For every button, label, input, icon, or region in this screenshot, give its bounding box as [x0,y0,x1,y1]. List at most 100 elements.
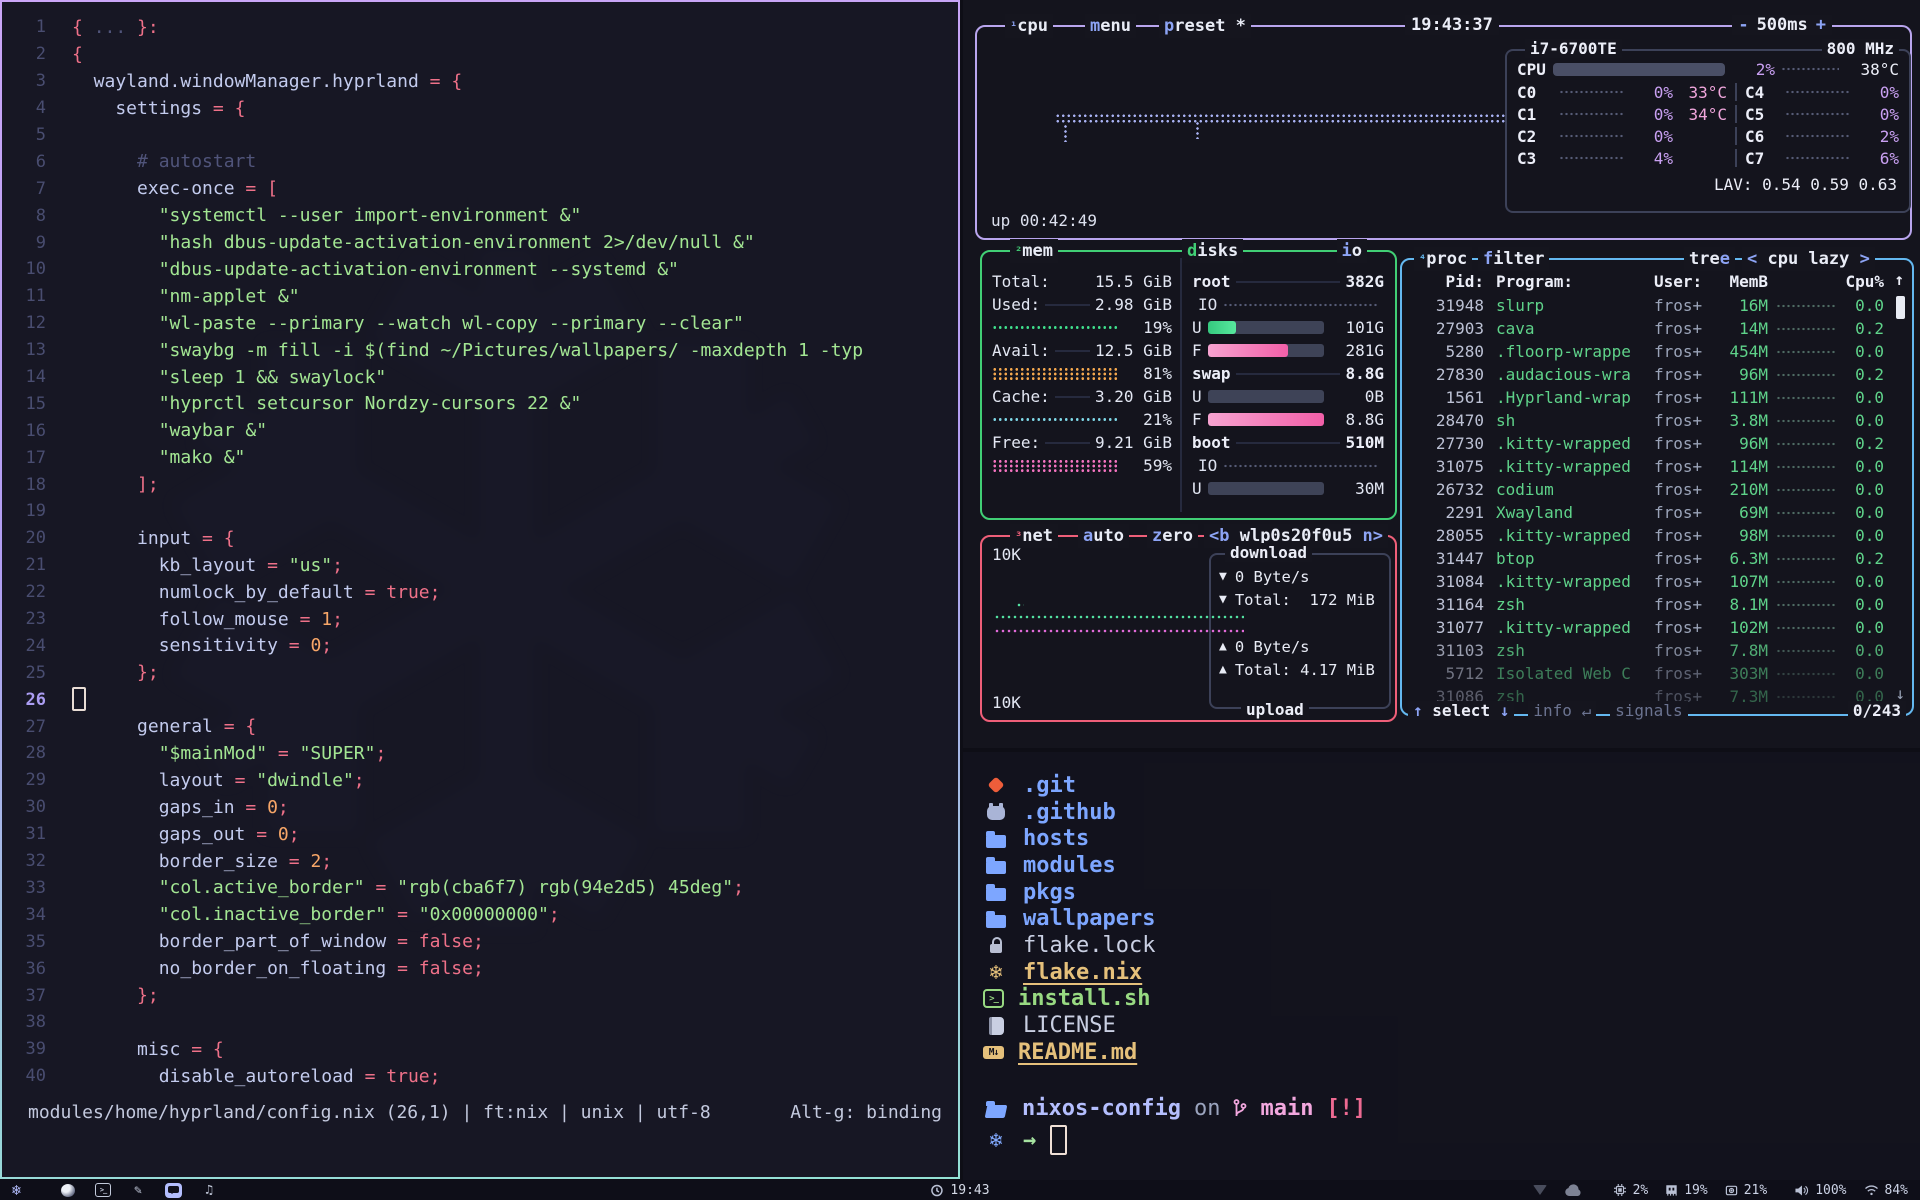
file-item[interactable]: .github [983,799,1155,826]
shell-prompt-input[interactable]: ❄ → [983,1125,1067,1155]
wifi-module[interactable]: 84% [1864,1183,1908,1198]
process-row[interactable]: 27903cavafros+14M0.2 [1412,317,1884,340]
code-line[interactable]: 2{ [2,41,954,68]
process-row[interactable]: 31103zshfros+7.8M0.0 [1412,639,1884,662]
proc-scrollbar-thumb[interactable] [1896,296,1905,319]
code-line[interactable]: 40 disable_autoreload = true; [2,1063,954,1090]
code-line[interactable]: 31 gaps_out = 0; [2,821,954,848]
code-line[interactable]: 11 "nm-applet &" [2,283,954,310]
code-line[interactable]: 29 layout = "dwindle"; [2,767,954,794]
tray-cloud-icon[interactable] [1564,1184,1582,1197]
code-line[interactable]: 14 "sleep 1 && swaylock" [2,364,954,391]
disk-module[interactable]: 21% [1725,1183,1767,1198]
code-line[interactable]: 4 settings = { [2,95,954,122]
app-music-icon[interactable]: ♫ [202,1182,216,1198]
file-item[interactable]: flake.lock [983,932,1155,959]
nixos-logo-icon[interactable]: ❄ [12,1181,21,1199]
memory-module[interactable]: 19% [1665,1183,1707,1198]
code-line[interactable]: 18 ]; [2,471,954,498]
volume-module[interactable]: 100% [1794,1183,1846,1198]
process-row[interactable]: 28055.kitty-wrappedfros+98M0.0 [1412,524,1884,547]
code-line[interactable]: 16 "waybar &" [2,417,954,444]
code-line[interactable]: 1{ ... }: [2,14,954,41]
signals-control[interactable]: signals [1610,701,1687,720]
process-row[interactable]: 31164zshfros+8.1M0.0 [1412,593,1884,616]
code-line[interactable]: 15 "hyprctl setcursor Nordzy-cursors 22 … [2,390,954,417]
code-line[interactable]: 37 }; [2,982,954,1009]
process-row[interactable]: 31447btopfros+6.3M0.2 [1412,547,1884,570]
file-item[interactable]: wallpapers [983,905,1155,932]
code-line[interactable]: 28 "$mainMod" = "SUPER"; [2,740,954,767]
code-line[interactable]: 30 gaps_in = 0; [2,794,954,821]
net-auto-toggle[interactable]: auto [1078,524,1129,548]
code-line[interactable]: 27 general = { [2,713,954,740]
process-row[interactable]: 31084.kitty-wrappedfros+107M0.0 [1412,570,1884,593]
code-line[interactable]: 12 "wl-paste --primary --watch wl-copy -… [2,310,954,337]
info-control[interactable]: info ↵ [1528,701,1596,720]
process-row[interactable]: 28470shfros+3.8M0.0 [1412,409,1884,432]
code-line[interactable]: 21 kb_layout = "us"; [2,552,954,579]
clock-module[interactable]: 19:43 [930,1183,989,1198]
code-line[interactable]: 39 misc = { [2,1036,954,1063]
code-line[interactable]: 32 border_size = 2; [2,848,954,875]
tray-network-icon[interactable] [1533,1185,1547,1195]
app-browser-icon[interactable]: ◉ [61,1184,75,1197]
interval-plus-button[interactable]: + [1816,15,1826,35]
update-interval-control[interactable]: - 500ms + [1732,15,1832,35]
editor-buffer[interactable]: 1{ ... }:2{3 wayland.windowManager.hyprl… [2,14,954,1090]
code-line[interactable]: 13 "swaybg -m fill -i $(find ~/Pictures/… [2,337,954,364]
file-item[interactable]: hosts [983,825,1155,852]
tab-mem[interactable]: ²mem [1010,239,1058,263]
code-line[interactable]: 19 [2,498,954,525]
code-line[interactable]: 25 }; [2,659,954,686]
preset-button[interactable]: preset * [1159,14,1251,38]
code-line[interactable]: 22 numlock_by_default = true; [2,579,954,606]
code-line[interactable]: 17 "mako &" [2,444,954,471]
sort-direction-icon[interactable]: ↑ [1894,270,1904,289]
proc-sort-selector[interactable]: < cpu lazy > [1742,247,1875,271]
code-line[interactable]: 20 input = { [2,525,954,552]
code-line[interactable]: 5 [2,122,954,149]
code-line[interactable]: 8 "systemctl --user import-environment &… [2,202,954,229]
process-row[interactable]: 1561.Hyprland-wrapfros+111M0.0 [1412,386,1884,409]
code-line[interactable]: 33 "col.active_border" = "rgb(cba6f7) rg… [2,875,954,902]
file-item[interactable]: pkgs [983,879,1155,906]
code-line[interactable]: 23 follow_mouse = 1; [2,606,954,633]
file-item[interactable]: >_install.sh [983,986,1155,1013]
tab-proc[interactable]: ⁴proc [1414,247,1472,271]
code-line[interactable]: 26 [2,686,954,713]
code-line[interactable]: 6 # autostart [2,148,954,175]
app-terminal-icon[interactable]: >_ [95,1183,111,1197]
file-item[interactable]: .git [983,772,1155,799]
disks-toggle[interactable]: disks [1182,239,1243,263]
code-line[interactable]: 3 wayland.windowManager.hyprland = { [2,68,954,95]
file-item[interactable]: ❄flake.nix [983,959,1155,986]
process-row[interactable]: 5280.floorp-wrappefros+454M0.0 [1412,340,1884,363]
code-line[interactable]: 9 "hash dbus-update-activation-environme… [2,229,954,256]
proc-filter-button[interactable]: filter [1478,247,1549,271]
code-line[interactable]: 35 border_part_of_window = false; [2,928,954,955]
process-row[interactable]: 2291Xwaylandfros+69M0.0 [1412,501,1884,524]
tab-cpu[interactable]: ¹cpu [1005,14,1053,38]
process-row[interactable]: 31077.kitty-wrappedfros+102M0.0 [1412,616,1884,639]
file-item[interactable]: modules [983,852,1155,879]
code-line[interactable]: 7 exec-once = [ [2,175,954,202]
app-notes-icon[interactable]: ✎ [131,1182,145,1198]
process-row[interactable]: 5712Isolated Web Cfros+303M0.0 [1412,662,1884,685]
interval-minus-button[interactable]: - [1738,15,1748,35]
io-mode-toggle[interactable]: io [1337,239,1368,263]
code-line[interactable]: 34 "col.inactive_border" = "0x00000000"; [2,901,954,928]
file-item[interactable]: LICENSE [983,1012,1155,1039]
code-line[interactable]: 36 no_border_on_floating = false; [2,955,954,982]
proc-tree-toggle[interactable]: tree [1684,247,1735,271]
select-control[interactable]: ↑ select ↓ [1408,701,1514,720]
code-line[interactable]: 10 "dbus-update-activation-environment -… [2,256,954,283]
menu-button[interactable]: menu [1085,14,1136,38]
process-row[interactable]: 26732codiumfros+210M0.0 [1412,478,1884,501]
code-line[interactable]: 38 [2,1009,954,1036]
app-chat-icon[interactable] [165,1183,182,1198]
process-row[interactable]: 31075.kitty-wrappedfros+114M0.0 [1412,455,1884,478]
net-zero-toggle[interactable]: zero [1147,524,1198,548]
process-row[interactable]: 31948slurpfros+16M0.0 [1412,294,1884,317]
code-line[interactable]: 24 sensitivity = 0; [2,632,954,659]
